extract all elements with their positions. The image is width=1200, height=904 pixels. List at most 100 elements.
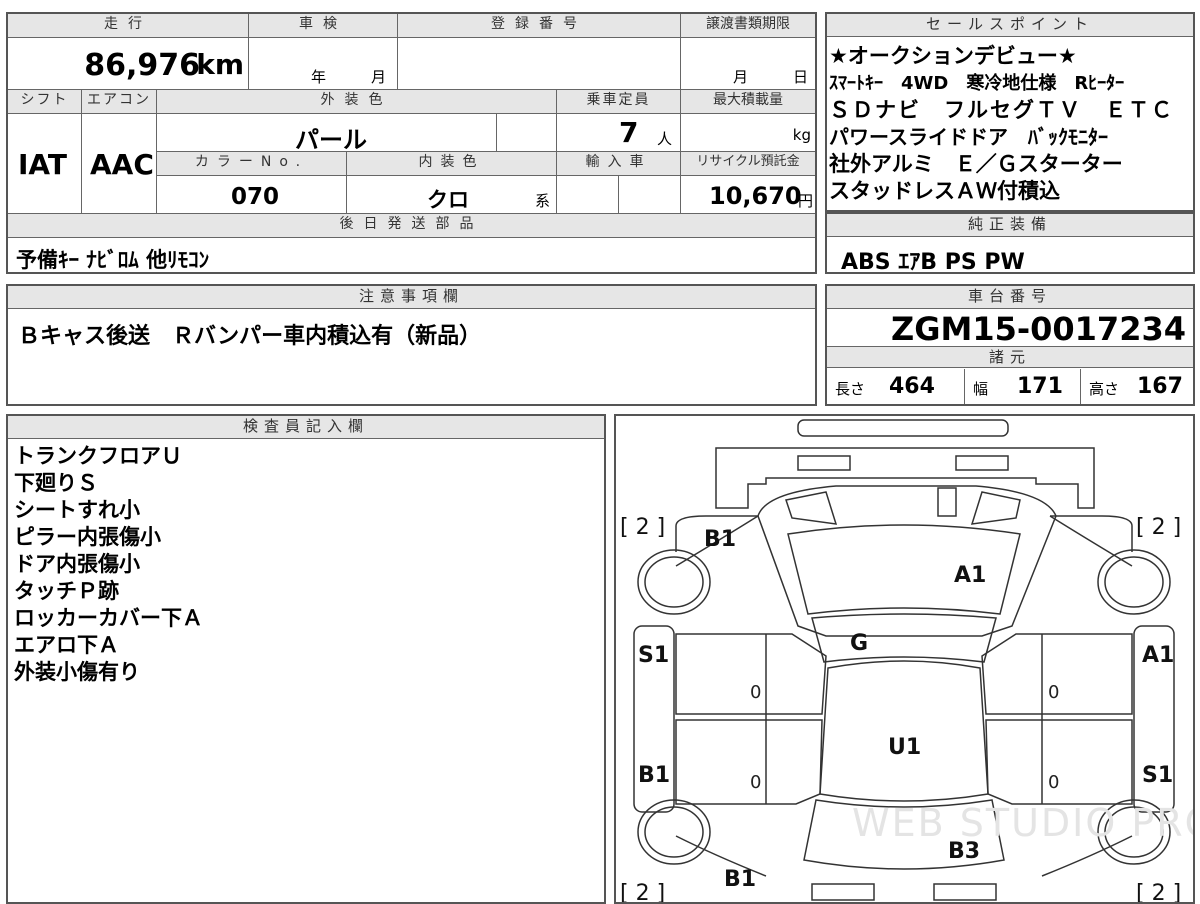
inspector-line: トランクフロアＵ (14, 444, 182, 468)
damage-mark: B1 (704, 527, 736, 552)
registration-label: 登録番号 (398, 14, 681, 38)
later-parts-label: 後日発送部品 (8, 214, 815, 238)
mileage-unit: km (196, 48, 244, 81)
max-load-unit: kg (792, 126, 811, 144)
max-load-label: 最大積載量 (681, 90, 815, 114)
spec-width-value: 171 (1017, 374, 1063, 399)
color-number-label: カラーNo. (157, 152, 347, 176)
transfer-deadline-label: 譲渡書類期限 (681, 14, 815, 38)
specs-row: 長さ 464 幅 171 高さ 167 (827, 369, 1193, 404)
sales-point-box: セールスポイント ★オークションデビュー★ ｽﾏｰﾄｷｰ 4WD 寒冷地仕様 R… (825, 12, 1195, 212)
damage-diagram-box: [ 2 ] [ 2 ] [ 2 ] [ 2 ] B1 A1 G S1 A1 U1… (614, 414, 1195, 904)
capacity-label: 乗車定員 (557, 90, 681, 114)
recycle-fee-unit: 円 (797, 192, 813, 210)
exterior-color-value: パール (295, 126, 367, 154)
import-value-cell-b (619, 176, 681, 214)
spec-width-label: 幅 (973, 380, 989, 398)
sales-line: スタッドレスＡＷ付積込 (829, 179, 1060, 203)
inspector-line: タッチＰ跡 (14, 579, 119, 603)
ac-value: AAC (90, 148, 154, 181)
shift-value: IAT (18, 148, 68, 181)
tire-mark-rear-right: [ 2 ] (1136, 881, 1181, 902)
spec-length-value: 464 (889, 374, 935, 399)
vehicle-info-table: 走行 車検 登録番号 譲渡書類期限 86,976 km 年 月 月 日 シフト … (6, 12, 817, 274)
inspection-value-cell: 年 月 (249, 38, 398, 90)
max-load-value-cell: kg (681, 114, 815, 152)
color-number-value: 070 (231, 184, 280, 210)
damage-mark: A1 (954, 563, 986, 588)
recycle-fee-label: リサイクル預託金 (681, 152, 815, 176)
recycle-fee-value-cell: 10,670 円 (681, 176, 815, 214)
spec-height-value: 167 (1137, 374, 1183, 399)
door-mark: 0 (1048, 772, 1059, 793)
door-mark: 0 (750, 682, 761, 703)
chassis-number-label: 車台番号 (827, 286, 1193, 309)
ac-label: エアコン (82, 90, 157, 114)
spec-height-label: 高さ (1089, 380, 1120, 398)
tire-mark-front-right: [ 2 ] (1136, 515, 1181, 540)
chassis-number-box: 車台番号 ZGM15-0017234 諸元 長さ 464 幅 171 高さ 16… (825, 284, 1195, 406)
damage-mark: G (850, 631, 868, 656)
interior-color-value: クロ (427, 188, 469, 212)
car-diagram: [ 2 ] [ 2 ] [ 2 ] [ 2 ] B1 A1 G S1 A1 U1… (620, 419, 1193, 902)
inspector-notes-lines: トランクフロアＵ 下廻りＳ シートすれ小 ピラー内張傷小 ドア内張傷小 タッチＰ… (8, 439, 604, 686)
spec-length-label: 長さ (835, 380, 866, 398)
inspector-line: ピラー内張傷小 (14, 525, 161, 549)
exterior-color-label: 外装色 (157, 90, 557, 114)
sales-point-lines: ★オークションデビュー★ ｽﾏｰﾄｷｰ 4WD 寒冷地仕様 Rﾋｰﾀｰ ＳＤナビ… (827, 37, 1193, 205)
mileage-value: 86,976 (84, 48, 200, 83)
sales-line: ★オークションデビュー★ (829, 44, 1077, 68)
watermark: WEB STUDIO PRO (852, 801, 1193, 845)
inspector-line: ロッカーカバー下Ａ (14, 606, 203, 630)
damage-mark: B1 (638, 763, 670, 788)
mileage-label: 走行 (8, 14, 249, 38)
exterior-color-extra-cell (497, 114, 557, 152)
registration-value-cell (398, 38, 681, 90)
chassis-number-value: ZGM15-0017234 (891, 310, 1186, 348)
tire-mark-rear-left: [ 2 ] (620, 881, 665, 902)
interior-color-suffix: 系 (535, 192, 551, 210)
standard-equipment-box: 純正装備 ABS ｴｱB PS PW (825, 212, 1195, 275)
inspection-label: 車検 (249, 14, 398, 38)
mileage-value-cell: 86,976 km (8, 38, 249, 90)
color-number-value-cell: 070 (157, 176, 347, 214)
later-parts-value: 予備ｷｰ ﾅﾋﾞﾛﾑ 他ﾘﾓｺﾝ (16, 248, 210, 272)
inspector-line: エアロ下Ａ (14, 633, 119, 657)
sales-line: パワースライドドア ﾊﾞｯｸﾓﾆﾀｰ (829, 125, 1108, 149)
door-mark: 0 (1048, 682, 1059, 703)
tire-mark-front-left: [ 2 ] (620, 515, 665, 540)
sales-point-label: セールスポイント (827, 14, 1193, 37)
door-mark: 0 (750, 772, 761, 793)
damage-mark: A1 (1142, 643, 1174, 668)
inspector-line: ドア内張傷小 (14, 552, 140, 576)
import-label: 輸入車 (557, 152, 681, 176)
exterior-color-value-cell: パール (157, 114, 497, 154)
transfer-day: 日 (793, 68, 809, 86)
inspector-line: 下廻りＳ (14, 471, 98, 495)
inspector-line: 外装小傷有り (14, 660, 140, 684)
standard-equipment-label: 純正装備 (827, 214, 1193, 237)
interior-color-label: 内装色 (347, 152, 557, 176)
inspection-month: 月 (371, 68, 387, 86)
spec-width: 幅 171 (965, 369, 1081, 404)
notes-value: Ｂキャス後送 Ｒバンパー車内積込有（新品） (18, 324, 482, 349)
shift-value-cell: IAT (8, 114, 82, 214)
capacity-value: 7 (619, 116, 639, 149)
sales-line: ＳＤナビ フルセグＴＶ ＥＴＣ (829, 98, 1174, 122)
interior-color-value-cell: クロ 系 (347, 176, 557, 214)
notes-box: 注意事項欄 Ｂキャス後送 Ｒバンパー車内積込有（新品） (6, 284, 817, 406)
specs-label: 諸元 (827, 346, 1193, 368)
sales-line: 社外アルミ Ｅ／Ｇスターター (829, 152, 1123, 176)
recycle-fee-value: 10,670 (709, 182, 802, 210)
damage-mark: U1 (888, 735, 921, 760)
inspector-notes-box: 検査員記入欄 トランクフロアＵ 下廻りＳ シートすれ小 ピラー内張傷小 ドア内張… (6, 414, 606, 904)
transfer-value-cell: 月 日 (681, 38, 815, 90)
damage-mark: S1 (638, 643, 669, 668)
spec-height: 高さ 167 (1081, 369, 1193, 404)
ac-value-cell: AAC (82, 114, 157, 214)
sales-line: ｽﾏｰﾄｷｰ 4WD 寒冷地仕様 Rﾋｰﾀｰ (829, 73, 1125, 94)
capacity-value-cell: 7 人 (557, 114, 681, 152)
transfer-month: 月 (733, 68, 749, 86)
damage-mark: S1 (1142, 763, 1173, 788)
inspector-line: シートすれ小 (14, 498, 140, 522)
